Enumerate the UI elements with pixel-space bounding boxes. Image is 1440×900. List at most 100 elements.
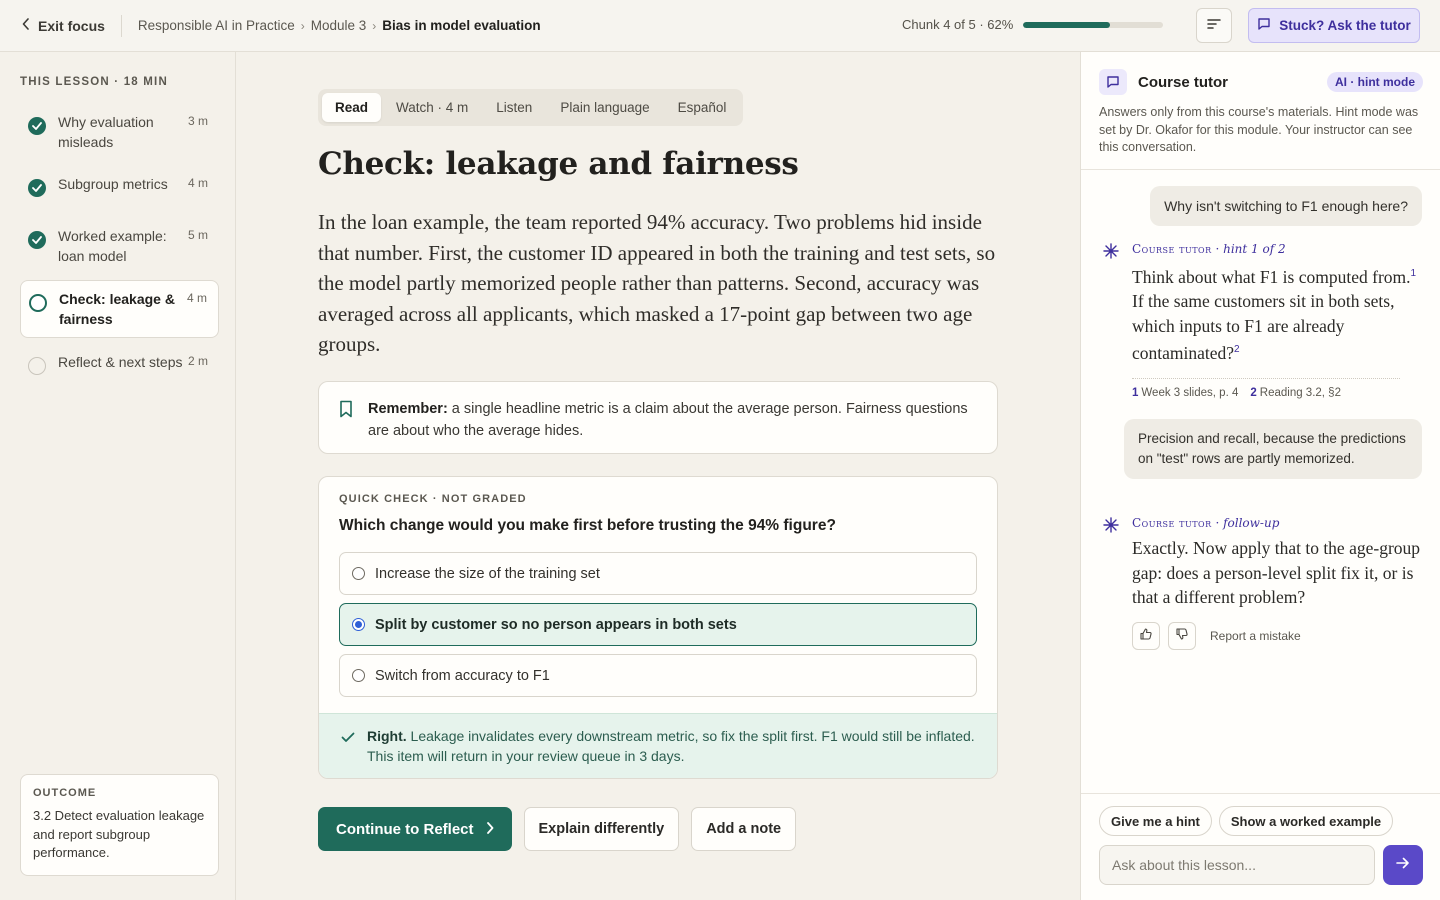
tab-read[interactable]: Read bbox=[322, 93, 382, 122]
tab-espanol[interactable]: Español bbox=[665, 93, 740, 122]
lesson-actions: Continue to Reflect Explain differently … bbox=[318, 807, 797, 851]
step-duration: 2 m bbox=[187, 354, 208, 368]
outline-button[interactable] bbox=[1196, 8, 1232, 43]
breadcrumb-module[interactable]: Module 3 bbox=[311, 18, 367, 33]
explain-differently-button[interactable]: Explain differently bbox=[523, 807, 680, 851]
add-note-button[interactable]: Add a note bbox=[691, 807, 797, 851]
tutor-description: Answers only from this course's material… bbox=[1099, 105, 1419, 154]
suggestion-chips: Give me a hint Show a worked example bbox=[1099, 806, 1394, 836]
chat-icon bbox=[1099, 69, 1127, 95]
tutor-text-part: If the same customers sit in both sets, … bbox=[1132, 291, 1395, 364]
sparkle-icon bbox=[1103, 243, 1119, 264]
chat-icon bbox=[1257, 17, 1271, 34]
divider bbox=[1081, 169, 1440, 170]
citation-list: 1 Week 3 slides, p. 4 2 Reading 3.2, §2 bbox=[1132, 377, 1400, 399]
divider bbox=[120, 14, 122, 37]
lesson-steps: Why evaluation misleads 3 m Subgroup met… bbox=[20, 104, 219, 396]
citation-text: Week 3 slides, p. 4 bbox=[1141, 386, 1239, 399]
option-label: Split by customer so no person appears i… bbox=[375, 616, 737, 633]
step-reflect[interactable]: Reflect & next steps 2 m bbox=[20, 344, 219, 390]
tutor-message-meta: Course tutor · hint 1 of 2 bbox=[1132, 242, 1286, 256]
hint-mode-badge: AI · hint mode bbox=[1327, 72, 1423, 92]
breadcrumb: Responsible AI in Practice › Module 3 › … bbox=[138, 18, 541, 33]
step-label: Reflect & next steps bbox=[58, 354, 183, 370]
step-why-evaluation-misleads[interactable]: Why evaluation misleads 3 m bbox=[20, 104, 219, 160]
tab-listen[interactable]: Listen bbox=[483, 93, 545, 122]
tab-plain-language[interactable]: Plain language bbox=[547, 93, 662, 122]
step-duration: 5 m bbox=[187, 228, 208, 242]
chevron-right-icon bbox=[486, 821, 494, 838]
bookmark-icon bbox=[339, 400, 353, 437]
check-circle-icon bbox=[28, 117, 46, 135]
give-hint-chip[interactable]: Give me a hint bbox=[1099, 806, 1212, 836]
step-check-leakage[interactable]: Check: leakage & fairness 4 m bbox=[20, 280, 219, 338]
tutor-message: Course tutor · follow-up Exactly. Now ap… bbox=[1103, 516, 1423, 650]
tutor-tag: hint 1 of 2 bbox=[1223, 242, 1286, 256]
tutor-text-part: Think about what F1 is computed from. bbox=[1132, 266, 1411, 287]
feedback-text: Leakage invalidates every downstream met… bbox=[367, 728, 975, 764]
check-circle-icon bbox=[28, 231, 46, 249]
exit-focus-label: Exit focus bbox=[38, 17, 105, 34]
ask-tutor-label: Stuck? Ask the tutor bbox=[1279, 18, 1411, 33]
thumbs-down-icon bbox=[1176, 628, 1188, 643]
quiz-option-2[interactable]: Split by customer so no person appears i… bbox=[339, 603, 977, 646]
citation-text: Reading 3.2, §2 bbox=[1259, 386, 1341, 399]
check-icon bbox=[341, 728, 355, 748]
thumbs-up-button[interactable] bbox=[1132, 621, 1160, 650]
step-duration: 3 m bbox=[187, 114, 208, 128]
tutor-message-text: Think about what F1 is computed from.1 I… bbox=[1132, 262, 1423, 366]
breadcrumb-separator: › bbox=[372, 18, 377, 33]
radio-button-selected[interactable] bbox=[352, 618, 365, 631]
radio-button[interactable] bbox=[352, 567, 365, 580]
tutor-name: Course tutor bbox=[1132, 516, 1212, 530]
feedback-label: Right. bbox=[367, 728, 407, 744]
step-subgroup-metrics[interactable]: Subgroup metrics 4 m bbox=[20, 166, 219, 212]
citation-number: 2 bbox=[1250, 386, 1257, 399]
tutor-message-meta: Course tutor · follow-up bbox=[1132, 516, 1280, 530]
tutor-header: Course tutor AI · hint mode bbox=[1099, 69, 1423, 95]
outcome-text: 3.2 Detect evaluation leakage and report… bbox=[33, 808, 205, 860]
report-mistake-link[interactable]: Report a mistake bbox=[1210, 629, 1301, 643]
quiz-option-1[interactable]: Increase the size of the training set bbox=[339, 552, 977, 595]
continue-button[interactable]: Continue to Reflect bbox=[318, 807, 512, 851]
radio-button[interactable] bbox=[352, 669, 365, 682]
outcome-card: OUTCOME 3.2 Detect evaluation leakage an… bbox=[20, 774, 219, 876]
step-label: Subgroup metrics bbox=[58, 176, 168, 192]
ask-tutor-button[interactable]: Stuck? Ask the tutor bbox=[1248, 8, 1420, 43]
breadcrumb-separator: › bbox=[300, 18, 305, 33]
remember-label: Remember: bbox=[368, 401, 448, 417]
page-title: Check: leakage and fairness bbox=[318, 146, 799, 182]
quiz-feedback: Right. Leakage invalidates every downstr… bbox=[319, 713, 997, 778]
step-duration: 4 m bbox=[186, 291, 207, 305]
citation-1[interactable]: 1 bbox=[1411, 268, 1417, 279]
send-button[interactable] bbox=[1383, 845, 1423, 885]
quiz-option-3[interactable]: Switch from accuracy to F1 bbox=[339, 654, 977, 697]
thumbs-down-button[interactable] bbox=[1168, 621, 1196, 650]
format-tabs: Read Watch · 4 m Listen Plain language E… bbox=[318, 89, 744, 126]
progress-bar-fill bbox=[1023, 21, 1111, 28]
tutor-tag: follow-up bbox=[1223, 516, 1280, 530]
sparkle-icon bbox=[1103, 517, 1119, 538]
arrow-right-icon bbox=[1396, 856, 1410, 874]
lesson-sidebar: THIS LESSON · 18 MIN Why evaluation misl… bbox=[0, 52, 236, 900]
citation-number: 1 bbox=[1132, 386, 1139, 399]
check-circle-icon bbox=[28, 179, 46, 197]
chevron-left-icon bbox=[22, 18, 30, 33]
step-worked-example[interactable]: Worked example: loan model 5 m bbox=[20, 218, 219, 274]
citation-ref-1[interactable]: 1 Week 3 slides, p. 4 bbox=[1132, 387, 1238, 399]
citation-2[interactable]: 2 bbox=[1234, 344, 1240, 355]
exit-focus-button[interactable]: Exit focus bbox=[22, 18, 105, 34]
worked-example-chip[interactable]: Show a worked example bbox=[1218, 806, 1394, 836]
empty-circle-icon bbox=[28, 357, 46, 375]
lesson-body: In the loan example, the team reported 9… bbox=[318, 210, 996, 356]
remember-callout: Remember: a single headline metric is a … bbox=[318, 381, 998, 454]
remember-text: Remember: a single headline metric is a … bbox=[368, 398, 977, 439]
tab-watch[interactable]: Watch · 4 m bbox=[383, 93, 481, 122]
progress-text: Chunk 4 of 5 · 62% bbox=[902, 17, 1014, 32]
thumbs-up-icon bbox=[1140, 628, 1152, 643]
feedback-row: Report a mistake bbox=[1132, 621, 1423, 650]
citation-ref-2[interactable]: 2 Reading 3.2, §2 bbox=[1250, 387, 1341, 399]
step-label: Why evaluation misleads bbox=[58, 114, 154, 150]
breadcrumb-course[interactable]: Responsible AI in Practice bbox=[138, 18, 295, 33]
ask-tutor-input[interactable] bbox=[1099, 845, 1375, 885]
